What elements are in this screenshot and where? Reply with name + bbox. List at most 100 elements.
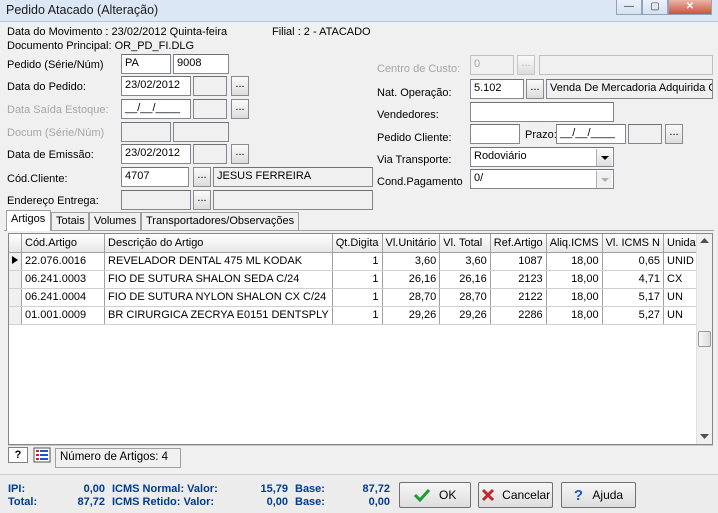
col-ref-artigo[interactable]: Ref.Artigo: [490, 234, 547, 253]
cell-ref[interactable]: 1087: [490, 252, 547, 271]
cell-qt[interactable]: 1: [332, 288, 383, 307]
emissao-input[interactable]: 23/02/2012: [121, 144, 191, 164]
cell-desc[interactable]: FIO DE SUTURA NYLON SHALON CX C/24: [104, 288, 333, 307]
table-row[interactable]: 06.241.0003 FIO DE SUTURA SHALON SEDA C/…: [9, 270, 712, 289]
cell-aliq[interactable]: 18,00: [546, 306, 603, 325]
cell-vl-unit[interactable]: 29,26: [382, 306, 441, 325]
filial: Filial : 2 - ATACADO: [272, 26, 371, 38]
cell-vl-total[interactable]: 28,70: [439, 288, 491, 307]
tab-volumes[interactable]: Volumes: [89, 212, 141, 230]
base-normal-value: 87,72: [362, 483, 390, 495]
minimize-button[interactable]: —: [616, 0, 642, 15]
cell-vl-total[interactable]: 29,26: [439, 306, 491, 325]
natop-input[interactable]: 5.102: [470, 79, 524, 99]
list-grid-icon[interactable]: [33, 447, 51, 463]
col-qt-digitada[interactable]: Qt.Digita: [332, 234, 383, 253]
centro-custo-input[interactable]: 0: [470, 55, 514, 75]
pedido-cliente-input[interactable]: [470, 124, 520, 144]
centro-custo-label: Centro de Custo:: [377, 63, 461, 75]
cell-cod[interactable]: 01.001.0009: [21, 306, 106, 325]
endereco-label: Endereço Entrega:: [7, 195, 99, 207]
ok-button[interactable]: OK: [399, 482, 471, 508]
tab-totais[interactable]: Totais: [51, 212, 89, 230]
grid-vertical-scrollbar[interactable]: [696, 234, 712, 444]
cell-icms[interactable]: 5,17: [602, 288, 665, 307]
data-saida-input[interactable]: __/__/____: [121, 99, 191, 119]
natop-desc: Venda De Mercadoria Adquirida Ou: [546, 79, 713, 99]
cell-vl-unit[interactable]: 26,16: [382, 270, 441, 289]
col-cod-artigo[interactable]: Cód.Artigo: [21, 234, 106, 253]
footer: IPI: 0,00 Total: 87,72 ICMS Normal: Valo…: [0, 474, 718, 513]
cell-cod[interactable]: 06.241.0004: [21, 288, 106, 307]
table-row[interactable]: 22.076.0016 REVELADOR DENTAL 475 ML KODA…: [9, 252, 712, 271]
pedido-num-input[interactable]: 9008: [173, 54, 229, 74]
emissao-extra: [193, 144, 227, 164]
cond-pagamento-select[interactable]: 0/: [470, 169, 614, 189]
tab-transportadores[interactable]: Transportadores/Observações: [141, 212, 299, 230]
ipi-label: IPI:: [8, 483, 26, 495]
tab-artigos[interactable]: Artigos: [6, 210, 51, 231]
table-row[interactable]: 06.241.0004 FIO DE SUTURA NYLON SHALON C…: [9, 288, 712, 307]
cliente-search-button[interactable]: ...: [193, 167, 211, 187]
cell-ref[interactable]: 2286: [490, 306, 547, 325]
cell-icms[interactable]: 0,65: [602, 252, 665, 271]
cell-aliq[interactable]: 18,00: [546, 252, 603, 271]
cell-vl-unit[interactable]: 28,70: [382, 288, 441, 307]
col-vl-total[interactable]: Vl. Total: [439, 234, 491, 253]
close-button[interactable]: ✕: [668, 0, 712, 15]
emissao-calendar-button[interactable]: ...: [231, 144, 249, 164]
cell-aliq[interactable]: 18,00: [546, 270, 603, 289]
cell-vl-total[interactable]: 3,60: [439, 252, 491, 271]
centro-custo-button[interactable]: ...: [517, 55, 535, 75]
endereco-desc: [213, 190, 373, 210]
via-transporte-dropdown-icon[interactable]: [596, 149, 612, 166]
cliente-cod-input[interactable]: 4707: [121, 167, 189, 187]
cancel-button[interactable]: Cancelar: [478, 482, 553, 508]
via-transporte-select[interactable]: Rodoviário: [470, 147, 614, 167]
data-saida-calendar-button[interactable]: ...: [231, 99, 249, 119]
table-row[interactable]: 01.001.0009 BR CIRURGICA ZECRYA E0151 DE…: [9, 306, 712, 325]
cell-desc[interactable]: REVELADOR DENTAL 475 ML KODAK: [104, 252, 333, 271]
via-transporte-value: Rodoviário: [474, 150, 527, 162]
cell-ref[interactable]: 2123: [490, 270, 547, 289]
via-transporte-label: Via Transporte:: [377, 154, 452, 166]
col-aliq-icms[interactable]: Aliq.ICMS: [546, 234, 603, 253]
status-bar: ? Número de Artigos: 4: [8, 445, 713, 469]
cell-qt[interactable]: 1: [332, 306, 383, 325]
prazo-input[interactable]: __/__/____: [556, 124, 626, 144]
endereco-search-button[interactable]: ...: [193, 190, 211, 210]
cell-cod[interactable]: 06.241.0003: [21, 270, 106, 289]
scroll-down-arrow-icon[interactable]: [700, 434, 709, 440]
cell-qt[interactable]: 1: [332, 252, 383, 271]
maximize-button[interactable]: ▢: [642, 0, 668, 15]
col-vl-unitario[interactable]: Vl.Unitário: [382, 234, 441, 253]
col-descricao[interactable]: Descrição do Artigo: [104, 234, 333, 253]
help-button[interactable]: ? Ajuda: [561, 482, 636, 508]
cell-qt[interactable]: 1: [332, 270, 383, 289]
cell-aliq[interactable]: 18,00: [546, 288, 603, 307]
cell-icms[interactable]: 5,27: [602, 306, 665, 325]
cell-desc[interactable]: BR CIRURGICA ZECRYA E0151 DENTSPLY: [104, 306, 333, 325]
data-pedido-calendar-button[interactable]: ...: [231, 76, 249, 96]
vendedores-input[interactable]: [470, 102, 614, 122]
cell-ref[interactable]: 2122: [490, 288, 547, 307]
cell-vl-unit[interactable]: 3,60: [382, 252, 441, 271]
data-pedido-input[interactable]: 23/02/2012: [121, 76, 191, 96]
cond-pagamento-dropdown-icon[interactable]: [596, 171, 612, 188]
artigos-table: Cód.Artigo Descrição do Artigo Qt.Digita…: [9, 234, 712, 325]
artigos-grid[interactable]: Cód.Artigo Descrição do Artigo Qt.Digita…: [8, 233, 713, 445]
pedido-serie-input[interactable]: PA: [121, 54, 171, 74]
col-vl-icms[interactable]: Vl. ICMS N: [602, 234, 665, 253]
question-icon: ?: [573, 487, 584, 504]
cell-desc[interactable]: FIO DE SUTURA SHALON SEDA C/24: [104, 270, 333, 289]
base-normal-label: Base:: [295, 483, 325, 495]
checkmark-icon: [413, 488, 430, 503]
cell-icms[interactable]: 4,71: [602, 270, 665, 289]
help-icon[interactable]: ?: [8, 447, 28, 463]
cell-vl-total[interactable]: 26,16: [439, 270, 491, 289]
scroll-up-arrow-icon[interactable]: [700, 238, 709, 244]
natop-search-button[interactable]: ...: [526, 79, 544, 99]
prazo-calendar-button[interactable]: ...: [665, 124, 683, 144]
cell-cod[interactable]: 22.076.0016: [21, 252, 106, 271]
grid-scroll-thumb[interactable]: [698, 331, 711, 347]
